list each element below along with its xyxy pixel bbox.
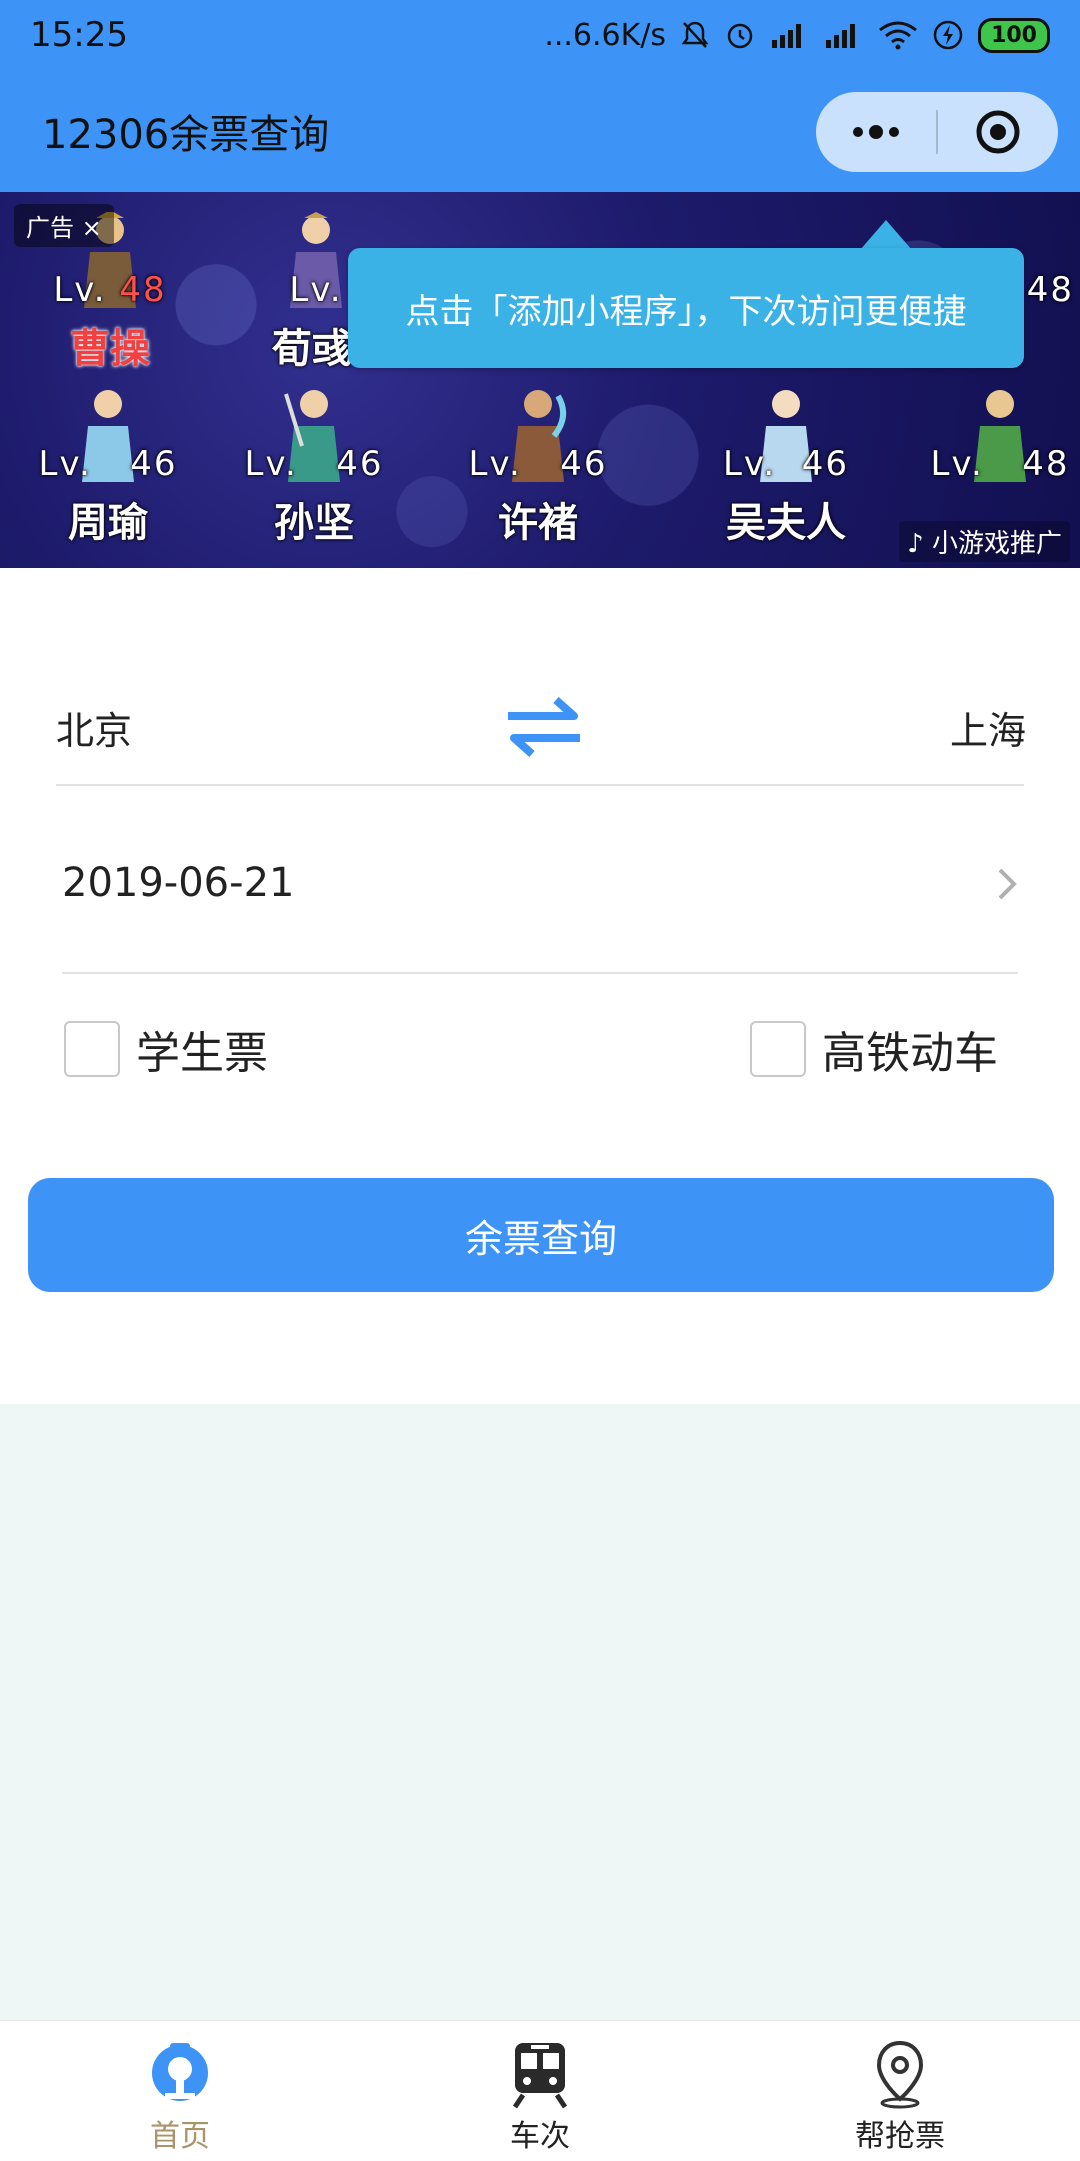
tab-label: 车次 [510,2119,570,2154]
hero-level-prefix: Lv. [289,270,343,310]
hero-name: 吴夫人 [726,500,846,546]
hero-level-prefix: Lv. [38,444,92,484]
ad-source-label[interactable]: ♪ 小游戏推广 [899,521,1070,562]
signal-icon-1 [770,20,810,50]
add-mini-program-tooltip[interactable]: 点击「添加小程序」，下次访问更便捷 [348,248,1024,368]
location-pin-icon [876,2040,924,2109]
railway-logo-icon [152,2043,208,2101]
hero-level: 46 [560,444,608,484]
swap-stations-icon[interactable] [504,692,584,762]
hero-level: 48 [1022,444,1070,484]
hero-card-zhouyu: Lv. 46 周瑜 [8,380,208,560]
hero-level-prefix: Lv. [244,444,298,484]
ad-source-text: 小游戏推广 [931,529,1062,559]
date-picker-row[interactable]: 2019-06-21 [62,836,1022,936]
high-speed-label: 高铁动车 [822,1028,998,1079]
hero-card-xuchu: Lv. 46 许褚 [438,380,638,560]
tab-home[interactable]: 首页 [0,2021,360,2161]
status-bar: 15:25 ...6.6K/s 100 [0,0,1080,70]
mini-program-capsule [816,92,1058,172]
hero-card-sunjian: Lv. 46 孙坚 [214,380,414,560]
hero-level: 48 [1026,270,1074,310]
hero-level-prefix: Lv. [53,270,107,310]
hero-level: 48 [119,270,167,310]
high-speed-option[interactable]: 高铁动车 [750,1014,998,1084]
more-dots-icon [853,125,899,139]
more-button[interactable] [816,92,936,172]
from-station-field[interactable]: 北京 [56,700,132,755]
tab-grab-tickets[interactable]: 帮抢票 [720,2021,1080,2161]
student-ticket-option[interactable]: 学生票 [64,1014,268,1084]
to-station-field[interactable]: 上海 [950,700,1026,755]
chevron-right-icon [998,868,1017,900]
tooltip-arrow [860,220,912,250]
signal-icon-2 [824,20,864,50]
ticket-query-form: 北京 上海 2019-06-21 学生票 高铁动车 余票查询 [0,568,1080,1404]
query-tickets-button[interactable]: 余票查询 [28,1178,1054,1292]
train-icon [512,2043,568,2109]
tab-label: 帮抢票 [855,2119,945,2154]
music-note-icon: ♪ [907,529,924,559]
high-speed-checkbox[interactable] [750,1021,806,1077]
hero-name: 周瑜 [68,500,148,546]
hero-level: 46 [336,444,384,484]
ad-close-label[interactable]: 广告 × [14,204,114,247]
tab-label: 首页 [150,2119,210,2154]
tab-trains[interactable]: 车次 [360,2021,720,2161]
mute-bell-icon [680,19,710,51]
alarm-icon [724,19,756,51]
student-ticket-checkbox[interactable] [64,1021,120,1077]
divider [56,784,1024,786]
hero-name: 曹操 [70,326,150,372]
station-row: 北京 上海 [56,678,1026,778]
status-time: 15:25 [30,15,128,55]
divider [62,972,1018,974]
hero-card-wufuren: Lv. 46 吴夫人 [686,380,886,560]
title-bar: 12306余票查询 [0,70,1080,192]
hero-level-prefix: Lv. [468,444,522,484]
status-icons: ...6.6K/s 100 [544,17,1050,53]
student-ticket-label: 学生票 [136,1028,268,1079]
close-mini-program-button[interactable] [938,92,1058,172]
network-speed: ...6.6K/s [544,17,667,53]
hero-name: 孙坚 [274,500,354,546]
hero-level: 46 [130,444,178,484]
hero-level-prefix: Lv. [930,444,984,484]
page-title: 12306余票查询 [42,112,330,158]
wifi-icon [878,20,918,50]
hero-level-prefix: Lv. [722,444,777,484]
bottom-tab-bar: 首页 车次 帮抢票 [0,2020,1080,2161]
battery-icon: 100 [978,17,1050,53]
hero-level: 46 [801,444,850,484]
charging-icon [932,19,964,51]
hero-name: 许褚 [498,500,578,546]
target-close-icon [976,110,1020,154]
date-value: 2019-06-21 [62,860,295,906]
